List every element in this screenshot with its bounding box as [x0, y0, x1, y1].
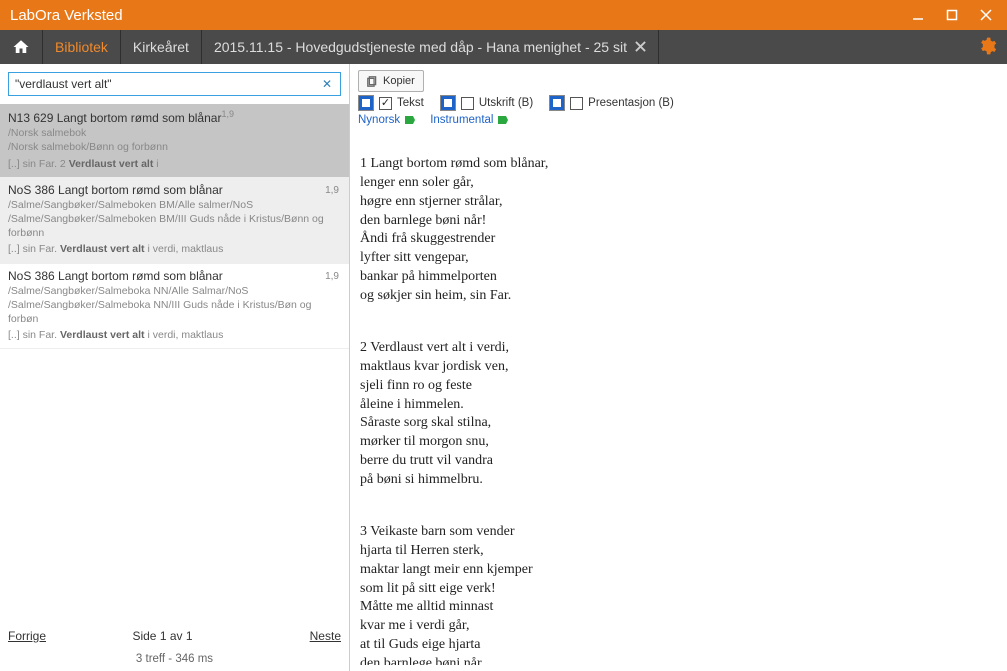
label-presentasjon: Presentasjon (B) [588, 97, 674, 109]
result-path: /Salme/Sangbøker/Salmeboka NN/III Guds n… [8, 298, 341, 326]
checkbox-tekst[interactable] [379, 97, 392, 110]
content-panel: Kopier Tekst Utskrift (B) Presentasjon (… [350, 64, 1007, 671]
result-path: /Salme/Sangbøker/Salmeboken BM/III Guds … [8, 212, 341, 240]
checkbox-presentasjon[interactable] [570, 97, 583, 110]
window-minimize-button[interactable] [901, 0, 935, 30]
copy-button[interactable]: Kopier [358, 70, 424, 92]
result-tag: 1,9 [325, 270, 339, 284]
search-input[interactable] [15, 77, 320, 91]
nav-bibliotek[interactable]: Bibliotek [43, 30, 121, 64]
gear-icon [977, 36, 997, 56]
pager-next[interactable]: Neste [310, 629, 341, 647]
result-item[interactable]: N13 629 Langt bortom rømd som blånar1,9 … [0, 104, 349, 178]
close-icon [635, 41, 646, 52]
result-tag: 1,9 [325, 184, 339, 198]
result-path: /Salme/Sangbøker/Salmeboken BM/Alle salm… [8, 198, 341, 212]
navbar: Bibliotek Kirkeåret 2015.11.15 - Hovedgu… [0, 30, 1007, 64]
label-tekst: Tekst [397, 97, 424, 109]
view-expand-presentasjon[interactable] [549, 95, 565, 111]
label-utskrift: Utskrift (B) [479, 97, 533, 109]
view-expand-utskrift[interactable] [440, 95, 456, 111]
hymn-verse: 3 Veikaste barn som vender hjarta til He… [360, 523, 999, 665]
result-title: N13 629 Langt bortom rømd som blånar [8, 111, 221, 125]
nav-settings[interactable] [967, 36, 1007, 59]
nav-workspace-label: 2015.11.15 - Hovedgudstjeneste med dåp -… [214, 39, 627, 55]
search-box[interactable]: ✕ [8, 72, 341, 96]
result-snippet: [..] sin Far. 2 Verdlaust vert alt i [8, 157, 341, 171]
nav-workspace-tab[interactable]: 2015.11.15 - Hovedgudstjeneste med dåp -… [202, 30, 659, 64]
flag-icon [404, 115, 416, 125]
checkbox-utskrift[interactable] [461, 97, 474, 110]
result-path: /Salme/Sangbøker/Salmeboka NN/Alle Salma… [8, 284, 341, 298]
view-expand-tekst[interactable] [358, 95, 374, 111]
pager-page: Side 1 av 1 [132, 629, 192, 643]
result-title: NoS 386 Langt bortom rømd som blånar [8, 269, 223, 283]
app-title: LabOra Verksted [10, 7, 901, 24]
hymn-content: 1 Langt bortom rømd som blånar, lenger e… [358, 134, 999, 665]
result-sup: 1,9 [221, 109, 234, 119]
home-icon [12, 38, 30, 56]
flag-icon [497, 115, 509, 125]
hymn-verse: 2 Verdlaust vert alt i verdi, maktlaus k… [360, 339, 999, 490]
result-item[interactable]: 1,9 NoS 386 Langt bortom rømd som blånar… [0, 178, 349, 264]
pager: Forrige Side 1 av 1 Neste 3 treff - 346 … [0, 621, 349, 671]
result-path: /Norsk salmebok/Bønn og forbønn [8, 140, 341, 154]
search-clear[interactable]: ✕ [320, 77, 334, 91]
result-snippet: [..] sin Far. Verdlaust vert alt i verdi… [8, 328, 341, 342]
window-maximize-button[interactable] [935, 0, 969, 30]
result-path: /Norsk salmebok [8, 126, 341, 140]
result-snippet: [..] sin Far. Verdlaust vert alt i verdi… [8, 242, 341, 256]
results-list: N13 629 Langt bortom rømd som blånar 1,9 … [0, 104, 349, 621]
hymn-verse: 1 Langt bortom rømd som blånar, lenger e… [360, 155, 999, 306]
sidebar: ✕ N13 629 Langt bortom rømd som blånar1,… [0, 64, 350, 671]
window-close-button[interactable] [969, 0, 1003, 30]
toolbar-row-3: Nynorsk Instrumental [358, 114, 999, 126]
flag-instrumental[interactable]: Instrumental [430, 114, 509, 126]
toolbar-row-2: Tekst Utskrift (B) Presentasjon (B) [358, 95, 999, 111]
result-title: NoS 386 Langt bortom rømd som blånar [8, 183, 223, 197]
nav-workspace-close[interactable] [635, 39, 646, 55]
pager-prev[interactable]: Forrige [8, 629, 46, 647]
nav-kirkeaaret[interactable]: Kirkeåret [121, 30, 202, 64]
copy-icon [367, 76, 378, 87]
pager-stats: 3 treff - 346 ms [8, 653, 341, 665]
flag-nynorsk[interactable]: Nynorsk [358, 114, 416, 126]
result-item[interactable]: 1,9 NoS 386 Langt bortom rømd som blånar… [0, 264, 349, 350]
titlebar: LabOra Verksted [0, 0, 1007, 30]
nav-home[interactable] [0, 30, 43, 64]
toolbar-row-1: Kopier [358, 70, 999, 92]
